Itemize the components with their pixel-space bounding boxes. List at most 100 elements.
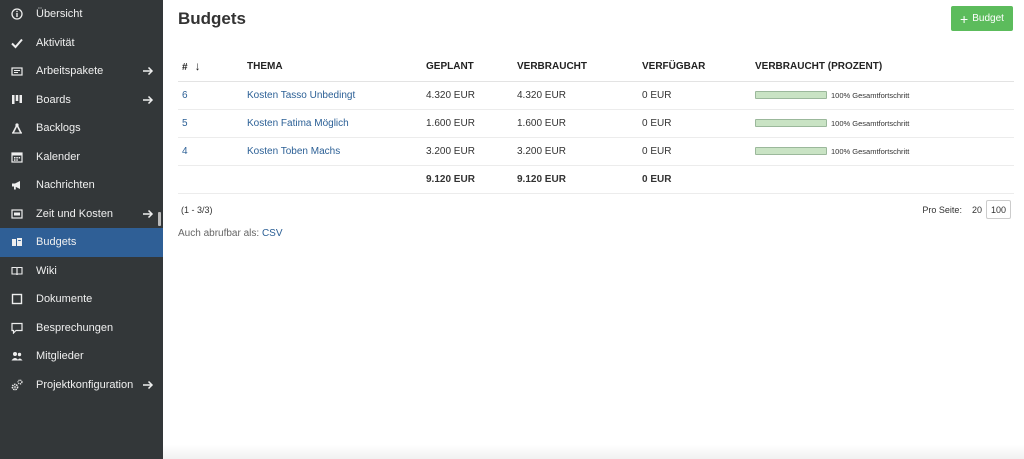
progress-cell: 100% Gesamtfortschritt [751,81,1014,110]
sidebar-item-projektkonfiguration[interactable]: Projektkonfiguration [0,371,163,400]
work-packages-icon [11,65,23,77]
arrow-right-icon[interactable] [142,209,154,219]
budget-icon [11,236,23,248]
progress-text: 100% Gesamtfortschritt [831,146,910,156]
budget-subject-link[interactable]: Kosten Fatima Möglich [247,118,349,129]
column-header-id[interactable]: # ↓ [178,52,243,82]
per-page-selector: Pro Seite: 20 100 [922,200,1011,219]
table-body: 6 Kosten Tasso Unbedingt 4.320 EUR 4.320 EU… [178,81,1014,166]
table-header-row: # ↓ THEMA GEPLANT VERBRAUCHT VERFÜGBAR VE… [178,52,1014,82]
sidebar-item-label: Aktivität [36,36,75,49]
sidebar-item-wiki[interactable]: Wiki [0,257,163,286]
book-icon [11,265,23,277]
arrow-right-icon[interactable] [142,66,154,76]
progress-bar-fill [756,148,826,154]
sidebar-scrollbar-handle[interactable] [158,212,161,226]
document-icon [11,293,23,305]
add-budget-button[interactable]: + Budget [951,6,1013,31]
sidebar-item-boards[interactable]: Boards [0,86,163,115]
megaphone-icon [11,179,23,191]
budget-id-cell: 6 [178,81,243,110]
backlogs-icon [11,122,23,134]
bottom-shade [163,445,1024,459]
progress-text: 100% Gesamtfortschritt [831,118,910,128]
progress-bar [755,147,827,155]
sidebar-item-dokumente[interactable]: Dokumente [0,285,163,314]
sidebar-item-label: Mitglieder [36,350,84,363]
budget-id-link[interactable]: 6 [182,90,188,101]
page-title: Budgets [178,9,246,28]
column-header-planned[interactable]: GEPLANT [422,52,513,82]
available-cell: 0 EUR [638,109,751,138]
boards-icon [11,94,23,106]
sidebar-item-label: Projektkonfiguration [36,378,134,391]
sort-descending-icon[interactable]: ↓ [195,59,201,73]
time-cost-icon [11,208,23,220]
export-line: Auch abrufbar als: CSV [178,228,283,239]
sidebar-item-label: Nachrichten [36,179,95,192]
arrow-right-icon[interactable] [142,95,154,105]
sidebar: Übersicht Aktivität Arbeitspakete Boards Bac… [0,0,163,459]
sidebar-item-uebersicht[interactable]: Übersicht [0,0,163,29]
sidebar-item-arbeitspakete[interactable]: Arbeitspakete [0,57,163,86]
info-icon [11,8,23,20]
progress-bar [755,91,827,99]
sidebar-item-label: Budgets [36,236,77,249]
totals-empty-progress [751,165,1014,194]
checkmark-icon [11,37,23,49]
table-row: 4 Kosten Toben Machs 3.200 EUR 3.200 EUR 0 E… [178,137,1014,166]
sidebar-item-label: Boards [36,93,71,106]
budget-subject-cell: Kosten Fatima Möglich [243,109,422,138]
progress-bar [755,119,827,127]
sidebar-item-label: Übersicht [36,8,83,21]
budget-subject-cell: Kosten Toben Machs [243,137,422,166]
plus-icon: + [960,10,969,27]
sidebar-item-backlogs[interactable]: Backlogs [0,114,163,143]
sidebar-item-label: Wiki [36,264,57,277]
table-row: 5 Kosten Fatima Möglich 1.600 EUR 1.600 EUR… [178,109,1014,138]
total-available: 0 EUR [638,165,751,194]
sidebar-menu: Übersicht Aktivität Arbeitspakete Boards Bac… [0,0,163,399]
members-icon [11,350,23,362]
column-header-spent-percent[interactable]: VERBRAUCHT (PROZENT) [751,52,1014,82]
gears-icon [11,379,23,391]
spent-cell: 4.320 EUR [513,81,638,110]
table-row: 6 Kosten Tasso Unbedingt 4.320 EUR 4.320 EU… [178,81,1014,110]
budget-subject-link[interactable]: Kosten Toben Machs [247,146,340,157]
speech-bubble-icon [11,322,23,334]
sidebar-item-aktivitaet[interactable]: Aktivität [0,29,163,58]
budgets-table: # ↓ THEMA GEPLANT VERBRAUCHT VERFÜGBAR VE… [178,52,1014,194]
budget-id-link[interactable]: 5 [182,118,188,129]
column-header-spent[interactable]: VERBRAUCHT [513,52,638,82]
sidebar-item-nachrichten[interactable]: Nachrichten [0,171,163,200]
progress-cell: 100% Gesamtfortschritt [751,137,1014,166]
progress-bar-fill [756,92,826,98]
sidebar-item-label: Arbeitspakete [36,65,104,78]
column-header-available[interactable]: VERFÜGBAR [638,52,751,82]
sidebar-item-label: Besprechungen [36,321,114,334]
sidebar-item-zeit-und-kosten[interactable]: Zeit und Kosten [0,200,163,229]
available-cell: 0 EUR [638,81,751,110]
pagination-info: (1 - 3/3) [181,205,213,215]
export-label: Auch abrufbar als: [178,228,260,239]
sidebar-item-budgets[interactable]: Budgets [0,228,163,257]
csv-export-link[interactable]: CSV [262,228,283,239]
add-budget-label: Budget [972,13,1004,24]
per-page-label: Pro Seite: [922,204,962,215]
sidebar-item-label: Kalender [36,150,81,163]
calendar-icon [11,151,23,163]
progress-bar-fill [756,120,826,126]
sidebar-item-besprechungen[interactable]: Besprechungen [0,314,163,343]
arrow-right-icon[interactable] [142,380,154,390]
per-page-option-100[interactable]: 100 [985,200,1011,219]
per-page-option-20[interactable]: 20 [968,200,986,219]
sidebar-item-kalender[interactable]: Kalender [0,143,163,172]
column-header-subject[interactable]: THEMA [243,52,422,82]
total-spent: 9.120 EUR [513,165,638,194]
total-planned: 9.120 EUR [422,165,513,194]
budget-id-link[interactable]: 4 [182,146,188,157]
sidebar-item-mitglieder[interactable]: Mitglieder [0,342,163,371]
budget-subject-link[interactable]: Kosten Tasso Unbedingt [247,90,355,101]
progress-cell: 100% Gesamtfortschritt [751,109,1014,138]
planned-cell: 4.320 EUR [422,81,513,110]
